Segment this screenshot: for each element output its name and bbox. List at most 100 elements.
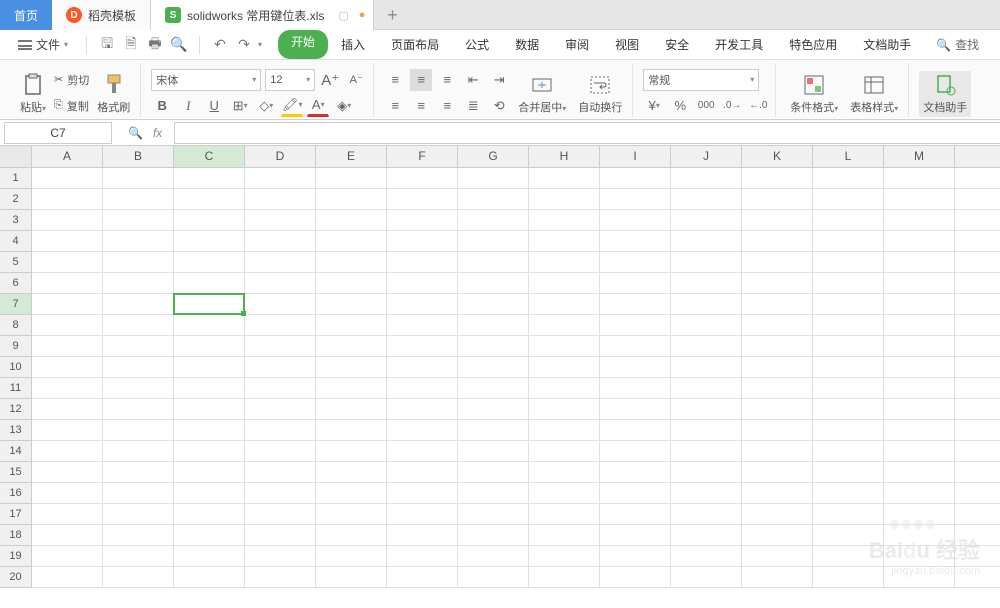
cell[interactable] (600, 189, 671, 209)
cell[interactable] (245, 315, 316, 335)
row-header[interactable]: 3 (0, 210, 31, 231)
align-left-icon[interactable]: ≡ (384, 95, 406, 117)
merge-button[interactable]: 合并居中▾ (514, 71, 570, 117)
italic-button[interactable]: I (177, 95, 199, 117)
cell[interactable] (884, 273, 955, 293)
cell[interactable] (103, 252, 174, 272)
cell[interactable] (884, 441, 955, 461)
row-header[interactable]: 7 (0, 294, 31, 315)
cell[interactable] (813, 378, 884, 398)
cell[interactable] (316, 315, 387, 335)
cell[interactable] (245, 189, 316, 209)
formula-input[interactable] (174, 122, 1000, 144)
font-color-button[interactable]: A▾ (307, 95, 329, 117)
cell[interactable] (458, 357, 529, 377)
cell[interactable] (671, 504, 742, 524)
underline-button[interactable]: U (203, 95, 225, 117)
cell[interactable] (884, 336, 955, 356)
cell[interactable] (813, 483, 884, 503)
col-header[interactable]: I (600, 146, 671, 167)
cell[interactable] (600, 525, 671, 545)
currency-icon[interactable]: ¥▾ (643, 95, 665, 117)
row-header[interactable]: 9 (0, 336, 31, 357)
bold-button[interactable]: B (151, 95, 173, 117)
cell[interactable] (174, 378, 245, 398)
cell[interactable] (174, 336, 245, 356)
cell[interactable] (813, 441, 884, 461)
border-button[interactable]: ⊞▾ (229, 95, 251, 117)
cell[interactable] (884, 378, 955, 398)
cell[interactable] (387, 483, 458, 503)
cell[interactable] (600, 357, 671, 377)
cell[interactable] (529, 546, 600, 566)
preview-icon[interactable]: 🔍 (169, 35, 189, 55)
wrap-button[interactable]: 自动换行 (574, 71, 626, 117)
cell[interactable] (387, 357, 458, 377)
cell[interactable] (458, 525, 529, 545)
cell[interactable] (316, 567, 387, 587)
cell[interactable] (174, 168, 245, 188)
cell[interactable] (103, 294, 174, 314)
cell[interactable] (458, 294, 529, 314)
cell[interactable] (884, 210, 955, 230)
cell[interactable] (316, 546, 387, 566)
cell[interactable] (529, 504, 600, 524)
cell[interactable] (174, 273, 245, 293)
cell[interactable] (742, 231, 813, 251)
cell[interactable] (32, 483, 103, 503)
cell[interactable] (529, 399, 600, 419)
cell[interactable] (103, 357, 174, 377)
cell[interactable] (387, 189, 458, 209)
cell[interactable] (671, 462, 742, 482)
cell[interactable] (103, 378, 174, 398)
cell[interactable] (174, 441, 245, 461)
align-bottom-icon[interactable]: ≡ (436, 69, 458, 91)
col-header[interactable]: K (742, 146, 813, 167)
cell[interactable] (174, 357, 245, 377)
cell[interactable] (671, 210, 742, 230)
menu-tab-6[interactable]: 视图 (602, 30, 652, 59)
col-header[interactable]: L (813, 146, 884, 167)
cell[interactable] (32, 294, 103, 314)
tab-file[interactable]: S solidworks 常用键位表.xls ▢ ● (151, 0, 374, 30)
cell[interactable] (103, 546, 174, 566)
cell[interactable] (458, 441, 529, 461)
cell[interactable] (458, 546, 529, 566)
cell[interactable] (671, 441, 742, 461)
menu-tab-0[interactable]: 开始 (278, 30, 328, 59)
cell[interactable] (387, 525, 458, 545)
cell[interactable] (813, 315, 884, 335)
cell[interactable] (671, 546, 742, 566)
cell[interactable] (600, 441, 671, 461)
cell[interactable] (742, 504, 813, 524)
menu-tab-8[interactable]: 开发工具 (702, 30, 776, 59)
cell[interactable] (529, 294, 600, 314)
cell[interactable] (671, 189, 742, 209)
cell[interactable] (742, 336, 813, 356)
cell[interactable] (600, 504, 671, 524)
decimal-decrease-icon[interactable]: ←.0 (747, 95, 769, 117)
menu-tab-10[interactable]: 文档助手 (850, 30, 924, 59)
col-header[interactable]: F (387, 146, 458, 167)
cell[interactable] (458, 420, 529, 440)
row-header[interactable]: 11 (0, 378, 31, 399)
menu-tab-4[interactable]: 数据 (502, 30, 552, 59)
cell[interactable] (884, 294, 955, 314)
cell[interactable] (174, 252, 245, 272)
cell[interactable] (32, 462, 103, 482)
cell[interactable] (32, 420, 103, 440)
row-header[interactable]: 8 (0, 315, 31, 336)
col-header[interactable]: A (32, 146, 103, 167)
cell[interactable] (32, 336, 103, 356)
cell[interactable] (742, 189, 813, 209)
cell[interactable] (742, 483, 813, 503)
menu-tab-9[interactable]: 特色应用 (776, 30, 850, 59)
cell[interactable] (671, 567, 742, 587)
cell[interactable] (174, 294, 245, 314)
cell[interactable] (671, 294, 742, 314)
cell[interactable] (316, 294, 387, 314)
indent-decrease-icon[interactable]: ⇤ (462, 69, 484, 91)
cell[interactable] (387, 378, 458, 398)
cell[interactable] (245, 546, 316, 566)
cell[interactable] (671, 357, 742, 377)
